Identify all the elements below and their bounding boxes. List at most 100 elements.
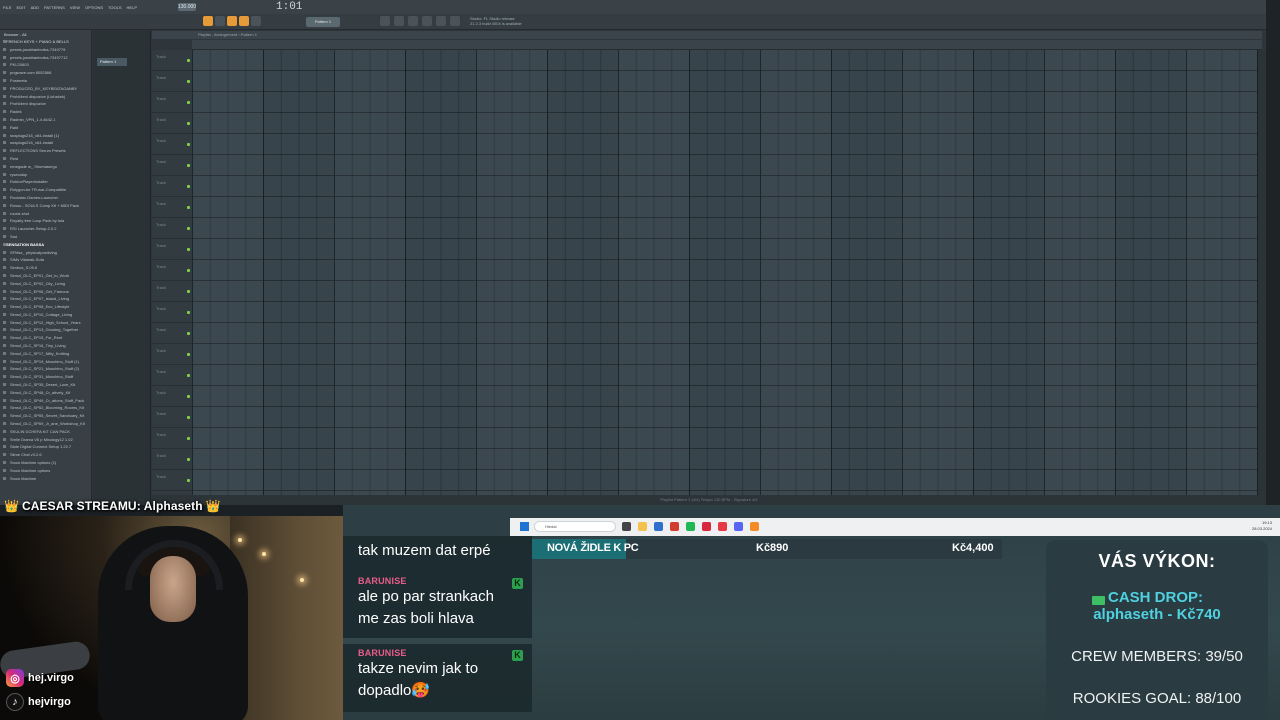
browser-item[interactable]: RSI Launcher-Setup-2.0.2 — [0, 225, 91, 233]
pattern-mode-icon[interactable] — [227, 16, 237, 26]
taskbar-search[interactable]: Hledat — [534, 521, 616, 532]
browser-item[interactable]: pngwave.com 8052568 — [0, 69, 91, 77]
track-header[interactable]: Track — [152, 71, 192, 92]
browser-item[interactable]: rysecalap — [0, 171, 91, 179]
track-header[interactable]: Track — [152, 365, 192, 386]
track-header[interactable]: Track — [152, 50, 192, 71]
picker-pattern-item[interactable]: Pattern 1 — [97, 58, 127, 66]
task-view-icon[interactable] — [622, 522, 631, 531]
plugin-icon[interactable] — [450, 16, 460, 26]
spotify-icon[interactable] — [686, 522, 695, 531]
browser-item[interactable]: Sims4_DLC_SP69_Jr_ane_Workshop_Kit — [0, 420, 91, 428]
track-header[interactable]: Track — [152, 155, 192, 176]
browser-item[interactable]: Sims4_DLC_SP55_Secret_Sanctuary_Kit — [0, 412, 91, 420]
snap-icon[interactable] — [203, 16, 213, 26]
windows-start-icon[interactable] — [520, 522, 529, 531]
store-icon[interactable] — [654, 522, 663, 531]
browser-item[interactable]: Sims4_DLC_EP08_Eco_Lifestyle — [0, 303, 91, 311]
track-header[interactable]: Track — [152, 344, 192, 365]
browser-item[interactable]: pexels-jonathanborba-73497712 — [0, 54, 91, 62]
browser-item[interactable]: Sims4_DLC_SP16_Tiny_Living — [0, 342, 91, 350]
browser-item[interactable]: Rolygon-be TR-war-Compatible — [0, 186, 91, 194]
browser-item[interactable]: Rosso - SOULS Comp Kit + MIDI Pack — [0, 202, 91, 210]
fl-studio-taskbar-icon[interactable] — [750, 522, 759, 531]
track-header[interactable]: Track — [152, 92, 192, 113]
browser-item[interactable]: Sims4_DLC_SP52_Blooming_Rooms_Kit — [0, 404, 91, 412]
browser-item[interactable]: Raid — [0, 124, 91, 132]
opera-icon[interactable] — [702, 522, 711, 531]
track-header[interactable]: Track — [152, 323, 192, 344]
browser-item[interactable]: Prohlížení dispozice — [0, 100, 91, 108]
track-header[interactable]: Track — [152, 428, 192, 449]
browser-icon[interactable] — [436, 16, 446, 26]
menu-edit[interactable]: Edit — [15, 5, 26, 10]
browser-item[interactable]: SKULIN DCHEFA KIT CAN PACK — [0, 428, 91, 436]
browser-item[interactable]: Snow Machine — [0, 475, 91, 483]
browser-item[interactable]: Radmin_VPN_1.4.4642.1 — [0, 116, 91, 124]
browser-item[interactable]: FRENCH KEYS + PIANO & BELLS — [0, 38, 91, 46]
browser-item[interactable]: SFMsx_ physicalpositiving — [0, 249, 91, 257]
discord-icon[interactable] — [734, 522, 743, 531]
browser-item[interactable]: Sims4_DLC_SP21_Moschino_Stuff (2) — [0, 365, 91, 373]
browser-item[interactable]: PKL20603 — [0, 61, 91, 69]
track-header[interactable]: Track — [152, 302, 192, 323]
piano-roll-icon[interactable] — [394, 16, 404, 26]
browser-item[interactable]: Postmeta — [0, 77, 91, 85]
browser-item[interactable]: Sims4_DLC_EP12_High_School_Years — [0, 319, 91, 327]
browser-item[interactable]: Royalty free Loop Pack by tula — [0, 217, 91, 225]
menu-file[interactable]: File — [2, 5, 12, 10]
track-header[interactable]: Track — [152, 281, 192, 302]
menu-tools[interactable]: Tools — [107, 5, 123, 10]
browser-item[interactable]: Snow Machine options (1) — [0, 459, 91, 467]
browser-item[interactable]: Sims4_DLC_SP49_Cr_ations_Stuff_Pack — [0, 397, 91, 405]
browser-item[interactable]: Snow Machine options — [0, 467, 91, 475]
track-header[interactable]: Track — [152, 386, 192, 407]
track-header[interactable]: Track — [152, 218, 192, 239]
browser-item[interactable]: Rockstar-Games-Launcher — [0, 194, 91, 202]
pattern-selector[interactable]: Pattern 1 — [306, 17, 340, 27]
track-header[interactable]: Track — [152, 176, 192, 197]
browser-item[interactable]: snaplugs216_x64-install (1) — [0, 132, 91, 140]
browser-item[interactable]: Simbus_S.09.6 — [0, 264, 91, 272]
browser-item[interactable]: pexels-jonathanborba-7349779 — [0, 46, 91, 54]
browser-item[interactable]: Slime Chat v3.2.6 — [0, 451, 91, 459]
browser-item[interactable]: Sims4_DLC_SP48_Cr_atively_Kit — [0, 389, 91, 397]
mixer-icon[interactable] — [422, 16, 432, 26]
browser-item[interactable]: Sims4_DLC_SP17_Nifty_Knitting — [0, 350, 91, 358]
browser-item[interactable]: snaplugs216_x64-install — [0, 139, 91, 147]
browser-item[interactable]: Sims4_DLC_EP01_Get_to_Work — [0, 272, 91, 280]
browser-item[interactable]: RobloxPlayerInstaller — [0, 178, 91, 186]
menu-view[interactable]: View — [69, 5, 81, 10]
browser-item[interactable]: Sims4_DLC_SP35_Desert_Luxe_Kit — [0, 381, 91, 389]
track-header[interactable]: Track — [152, 449, 192, 470]
browser-item[interactable]: Prohlížení dispozice (Lichaček) — [0, 93, 91, 101]
browser-item[interactable]: Sims4_DLC_EP02_City_Living — [0, 280, 91, 288]
song-mode-icon[interactable] — [239, 16, 249, 26]
browser-item[interactable]: Rest — [0, 155, 91, 163]
browser-item[interactable]: Sims4_DLC_EP15_For_Rent — [0, 334, 91, 342]
track-header[interactable]: Track — [152, 113, 192, 134]
track-header[interactable]: Track — [152, 134, 192, 155]
browser-item[interactable]: REFLECTIONS Serum Presets — [0, 147, 91, 155]
menu-help[interactable]: Help — [126, 5, 138, 10]
track-header[interactable]: Track — [152, 470, 192, 491]
browser-item[interactable]: SIMs Vilamak-Sofa — [0, 256, 91, 264]
browser-item[interactable]: Sims4_DLC_EP10_Cottage_Living — [0, 311, 91, 319]
playlist-scrollbar[interactable] — [1258, 50, 1266, 495]
browser-item[interactable]: Sims4_DLC_SP31_Moschino_Stuff — [0, 373, 91, 381]
track-header[interactable]: Track — [152, 260, 192, 281]
browser-item[interactable]: Sims4_DLC_SP19_Moschino_Stuff (1) — [0, 358, 91, 366]
menu-add[interactable]: Add — [30, 5, 40, 10]
app-icon[interactable] — [718, 522, 727, 531]
timeline-ruler[interactable] — [192, 40, 1262, 50]
mode-icon[interactable] — [215, 16, 225, 26]
record-icon[interactable] — [251, 16, 261, 26]
channel-rack-icon[interactable] — [408, 16, 418, 26]
browser-item[interactable]: Slate Digital Connect Setup 1.22.7 — [0, 443, 91, 451]
playlist-icon[interactable] — [380, 16, 390, 26]
file-explorer-icon[interactable] — [638, 522, 647, 531]
track-header[interactable]: Track — [152, 239, 192, 260]
tempo-display[interactable]: 130.000 — [178, 3, 196, 11]
browser-item[interactable]: Smile Drama V6 p Mixology12 1.02 — [0, 436, 91, 444]
chrome-icon[interactable] — [670, 522, 679, 531]
